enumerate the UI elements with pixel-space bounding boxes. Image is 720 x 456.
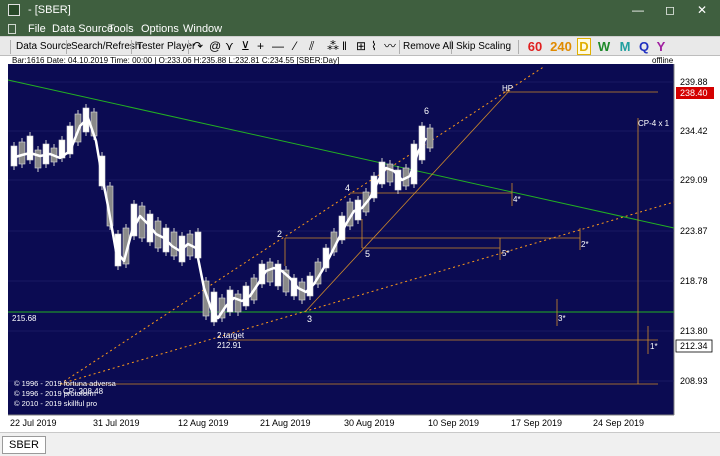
title-bar: - [SBER] — ◻ ✕	[0, 0, 720, 22]
horizontal-line-tool-icon[interactable]: —	[272, 39, 284, 54]
date-tick: 30 Aug 2019	[344, 418, 395, 428]
price-axis	[674, 64, 720, 415]
candle-body	[386, 163, 394, 183]
timeframe-y-button[interactable]: Y	[655, 38, 667, 55]
candle-body	[274, 263, 282, 287]
date-tick: 17 Sep 2019	[511, 418, 562, 428]
price-tick: 223.87	[680, 226, 708, 236]
fork-tool-icon[interactable]: ⊻	[241, 39, 250, 54]
app-icon	[8, 4, 20, 16]
date-tick: 21 Aug 2019	[260, 418, 311, 428]
wave-label-6: 6	[424, 106, 429, 116]
tester-player-button[interactable]: Tester Player	[137, 39, 195, 54]
date-tick: 22 Jul 2019	[10, 418, 57, 428]
line-chart-tool-icon[interactable]: 〰	[384, 39, 396, 54]
menu-bar: File Data Source Tools Options Window	[0, 22, 720, 36]
tab-sber[interactable]: SBER	[2, 436, 46, 454]
toolbar-separator	[399, 40, 400, 54]
sheet-tab-bar: SBER	[0, 432, 720, 456]
timeframe-d-button[interactable]: D	[577, 38, 591, 55]
projection-label-hp: HP	[502, 84, 513, 93]
ohlc-tool-icon[interactable]: ⊞	[356, 39, 366, 54]
window-title: - [SBER]	[28, 4, 71, 16]
arc-tool-icon[interactable]: ↷	[193, 39, 203, 54]
minimize-button[interactable]: —	[622, 0, 654, 20]
menu-file[interactable]: File	[28, 22, 46, 36]
toolbar: Data Source Search/Refresh Tester Player…	[0, 36, 720, 56]
price-tick: 239.88	[680, 77, 708, 87]
timeframe-240-button[interactable]: 240	[548, 38, 574, 55]
price-chart[interactable]: Bar:1616 Date: 04.10.2019 Time: 00:00 | …	[0, 56, 720, 432]
wave-label-2: 2	[277, 229, 282, 239]
cp-label: CP-4 x 1	[638, 119, 670, 128]
left-level-label: 215.68	[12, 314, 37, 323]
channel-tool-icon[interactable]: ⫽	[309, 39, 314, 54]
date-tick: 10 Sep 2019	[428, 418, 479, 428]
menu-data-source[interactable]: Data Source	[52, 22, 113, 36]
toolbar-grip	[10, 40, 11, 54]
candles-tool-icon[interactable]: ⌇	[371, 39, 377, 54]
target-label: 2.target	[217, 331, 245, 340]
highlight-price: 238.40	[680, 88, 708, 98]
chart-canvas[interactable]: Bar:1616 Date: 04.10.2019 Time: 00:00 | …	[0, 56, 720, 432]
date-tick: 12 Aug 2019	[178, 418, 229, 428]
document-icon[interactable]	[8, 24, 16, 34]
candle-body	[170, 231, 178, 257]
projection-label-4: 4*	[513, 195, 521, 204]
candle-body	[34, 149, 42, 169]
price-tick: 208.93	[680, 376, 708, 386]
date-tick: 24 Sep 2019	[593, 418, 644, 428]
toolbar-separator	[451, 40, 452, 54]
candle-body	[266, 261, 274, 283]
candle-body	[426, 127, 434, 149]
data-source-button[interactable]: Data Source	[16, 39, 72, 54]
status-offline: offline	[652, 56, 674, 65]
spiral-tool-icon[interactable]: @	[209, 39, 221, 54]
bar-info: Bar:1616 Date: 04.10.2019 Time: 00:00 | …	[12, 56, 339, 65]
bars-tool-icon[interactable]: ‖	[342, 39, 347, 54]
price-tick: 213.80	[680, 326, 708, 336]
candle-body	[138, 205, 146, 239]
last-price: 212.34	[680, 341, 708, 351]
close-button[interactable]: ✕	[686, 0, 718, 20]
date-tick: 31 Jul 2019	[93, 418, 140, 428]
toolbar-separator	[66, 40, 67, 54]
parallel-tool-icon[interactable]: ⁂	[327, 39, 339, 54]
timeframe-w-button[interactable]: W	[596, 38, 612, 55]
timeframe-m-button[interactable]: M	[617, 38, 633, 55]
wave-label-5: 5	[365, 249, 370, 259]
trendline-tool-icon[interactable]: ⁄	[294, 39, 296, 54]
skip-scaling-button[interactable]: Skip Scaling	[456, 39, 511, 54]
target-value: 212.91	[217, 341, 242, 350]
toolbar-separator	[518, 40, 519, 54]
candle-body	[234, 293, 242, 313]
price-tick: 229.09	[680, 175, 708, 185]
price-tick: 218.78	[680, 276, 708, 286]
candle-body	[26, 135, 34, 161]
projection-label-5: 5*	[502, 249, 510, 258]
projection-label-2: 2*	[581, 240, 589, 249]
menu-window[interactable]: Window	[183, 22, 222, 36]
menu-tools[interactable]: Tools	[108, 22, 134, 36]
remove-all-button[interactable]: Remove All	[403, 39, 454, 54]
toolbar-separator	[131, 40, 132, 54]
timeframe-60-button[interactable]: 60	[526, 38, 544, 55]
price-tick: 234.42	[680, 126, 708, 136]
copyright-line: © 2010 - 2019 skillful pro	[14, 399, 97, 408]
maximize-button[interactable]: ◻	[654, 0, 686, 20]
toolbar-separator	[188, 40, 189, 54]
wave-label-4: 4	[345, 183, 350, 193]
copyright-line: © 1996 - 2019 fortuna adversa	[14, 379, 117, 388]
projection-label-1: 1*	[650, 342, 658, 351]
candle-body	[18, 141, 26, 165]
timeframe-q-button[interactable]: Q	[637, 38, 651, 55]
wave-label-3: 3	[307, 314, 312, 324]
pitchfork-tool-icon[interactable]: ⋎	[225, 39, 234, 54]
crosshair-tool-icon[interactable]: +	[257, 39, 264, 54]
menu-options[interactable]: Options	[141, 22, 179, 36]
copyright-line: © 1996 - 2019 protoform	[14, 389, 96, 398]
projection-label-3: 3*	[558, 314, 566, 323]
